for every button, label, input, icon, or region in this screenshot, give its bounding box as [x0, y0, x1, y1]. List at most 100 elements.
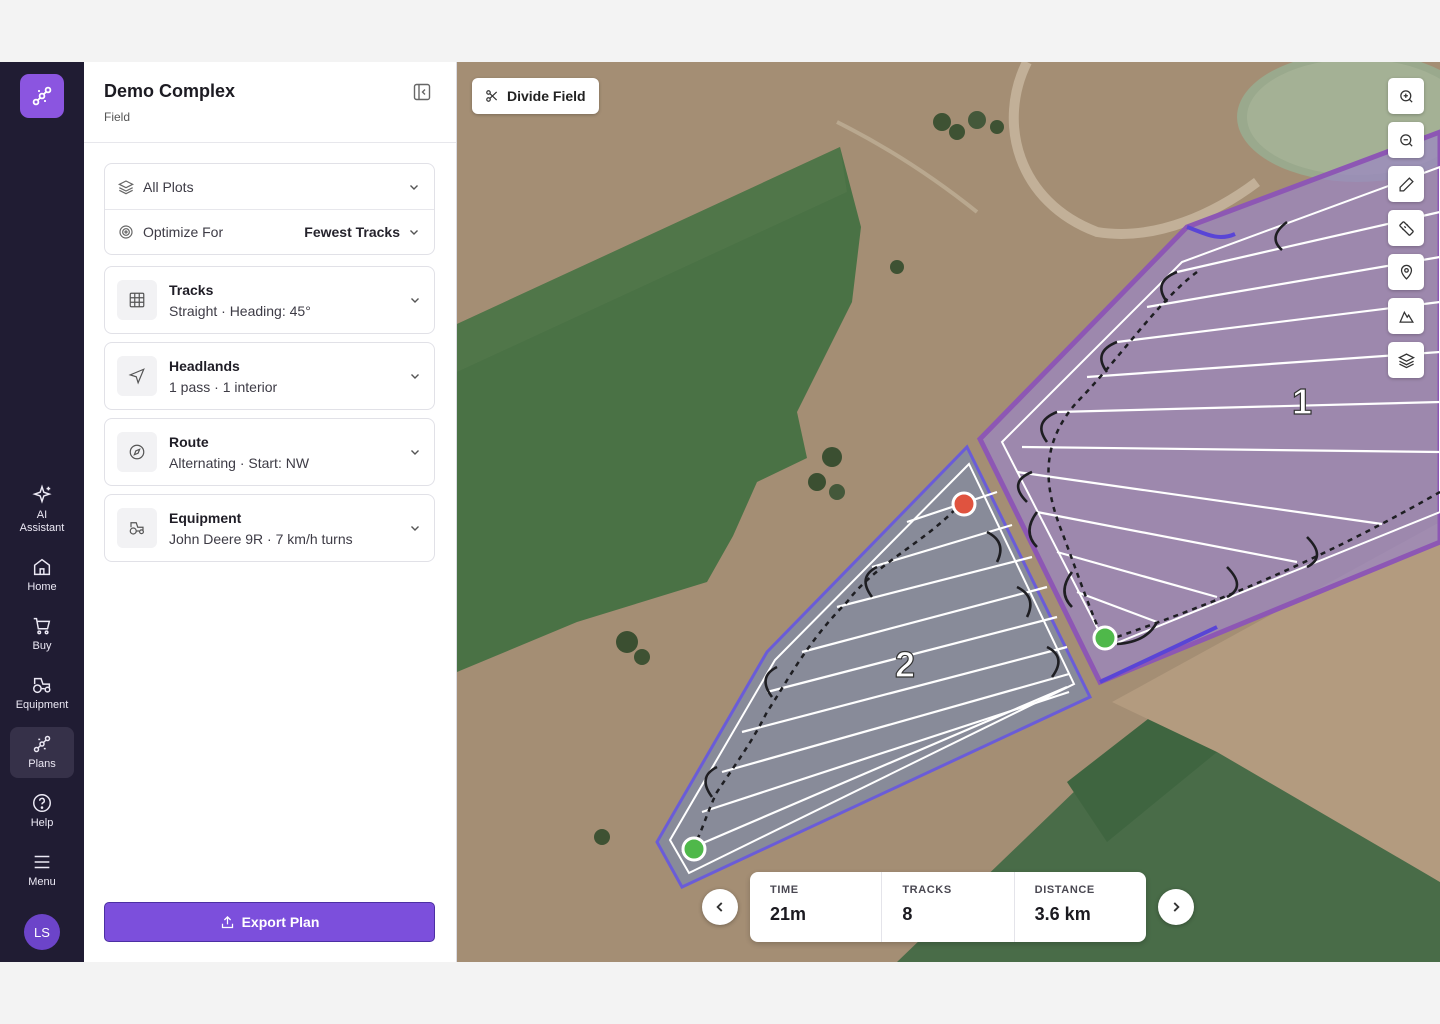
stat-key: TIME [770, 884, 799, 896]
nav-help[interactable]: Help [10, 786, 74, 837]
pin-icon [1400, 264, 1412, 280]
optimize-select[interactable]: Optimize For Fewest Tracks [105, 209, 434, 254]
end-marker [951, 491, 977, 517]
card-detail: Alternating · Start: NW [169, 454, 310, 471]
app-root: AI Assistant Home Buy Equipment Plans He… [0, 62, 1440, 962]
zoom-in-icon [1399, 89, 1413, 103]
card-detail: John Deere 9R · 7 km/h turns [169, 530, 353, 547]
plots-select-label: All Plots [143, 178, 194, 195]
measure-button[interactable] [1388, 210, 1424, 246]
tractor-icon [33, 677, 51, 694]
zoom-out-button[interactable] [1388, 122, 1424, 158]
card-title: Tracks [169, 281, 214, 298]
chevron-left-icon [716, 902, 723, 912]
plan-stats: TIME 21m TRACKS 8 DISTANCE 3.6 km [750, 872, 1146, 942]
tractor-icon [129, 522, 144, 535]
layers-icon [118, 179, 134, 194]
terrain-icon [1398, 310, 1414, 323]
panel-header: Demo Complex Field [84, 62, 456, 143]
field-subtitle: Field [104, 110, 131, 124]
draw-button[interactable] [1388, 166, 1424, 202]
route-card[interactable]: Route Alternating · Start: NW [104, 418, 435, 486]
nav-equipment[interactable]: Equipment [10, 668, 74, 719]
stat-value: 3.6 km [1034, 904, 1091, 924]
zoom-out-icon [1399, 133, 1413, 147]
divide-field-button[interactable]: Divide Field [472, 78, 599, 114]
card-icon-box [117, 280, 157, 320]
chevron-down-icon [410, 184, 418, 190]
stat-value: 8 [902, 904, 913, 924]
nav-plans[interactable]: Plans [10, 727, 74, 778]
card-title: Headlands [169, 357, 240, 374]
plot-label-1: 1 [1292, 381, 1312, 422]
chevron-down-icon [411, 374, 419, 379]
card-icon-box [117, 432, 157, 472]
plot-options: All Plots Optimize For Fewest Tracks [104, 163, 435, 255]
nav-label: Help [30, 817, 54, 829]
nav-label: Home [27, 581, 57, 593]
start-marker-plot-1 [1092, 625, 1118, 651]
place-pin-button[interactable] [1388, 254, 1424, 290]
chevron-right-icon [1173, 902, 1180, 912]
plots-select[interactable]: All Plots [105, 164, 434, 209]
grid-icon [129, 292, 145, 308]
plot-label-2: 2 [895, 644, 915, 685]
nav-label: AI Assistant [19, 509, 65, 534]
export-plan-button[interactable]: Export Plan [104, 902, 435, 942]
menu-icon [34, 855, 50, 869]
equipment-card[interactable]: Equipment John Deere 9R · 7 km/h turns [104, 494, 435, 562]
zoom-in-button[interactable] [1388, 78, 1424, 114]
collapse-panel-icon[interactable] [413, 83, 431, 101]
route-logo-icon [32, 86, 52, 106]
nav-rail: AI Assistant Home Buy Equipment Plans He… [0, 62, 84, 962]
card-detail: 1 pass · 1 interior [169, 378, 278, 395]
pencil-icon [1398, 176, 1414, 192]
tracks-card[interactable]: Tracks Straight · Heading: 45° [104, 266, 435, 334]
cart-icon [33, 617, 51, 635]
export-plan-label: Export Plan [241, 914, 320, 930]
optimize-value: Fewest Tracks [304, 224, 400, 240]
chevron-down-icon [411, 526, 419, 531]
start-marker-plot-2 [681, 836, 707, 862]
nav-menu[interactable]: Menu [10, 845, 74, 896]
target-icon [119, 225, 133, 239]
route-icon [33, 735, 51, 753]
home-icon [33, 558, 51, 576]
nav-label: Menu [28, 876, 56, 888]
user-avatar[interactable]: LS [24, 914, 60, 950]
navigation-icon [128, 368, 145, 385]
scissors-icon [486, 90, 498, 102]
ruler-icon [1398, 220, 1414, 236]
stat-key: DISTANCE [1034, 884, 1095, 896]
chevron-down-icon [411, 450, 419, 455]
next-button[interactable] [1158, 889, 1194, 925]
layers-button[interactable] [1388, 342, 1424, 378]
stat-key: TRACKS [902, 884, 952, 896]
nav-buy[interactable]: Buy [10, 609, 74, 660]
nav-label: Equipment [15, 699, 69, 711]
previous-button[interactable] [702, 889, 738, 925]
nav-label: Plans [28, 758, 56, 770]
stat-value: 21m [770, 904, 807, 924]
help-icon [33, 794, 51, 812]
terrain-button[interactable] [1388, 298, 1424, 334]
field-title: Demo Complex [104, 81, 236, 101]
stat-tracks: TRACKS 8 [881, 872, 1013, 942]
divide-field-label: Divide Field [507, 88, 586, 104]
satellite-map[interactable]: 2 1 [457, 62, 1440, 962]
stat-distance: DISTANCE 3.6 km [1013, 872, 1146, 942]
card-detail: Straight · Heading: 45° [169, 302, 311, 319]
nav-home[interactable]: Home [10, 550, 74, 601]
compass-icon [129, 444, 145, 460]
stat-time: TIME 21m [750, 872, 881, 942]
optimize-label: Optimize For [143, 224, 224, 240]
nav-ai-assistant[interactable]: AI Assistant [10, 478, 74, 542]
app-logo[interactable] [20, 74, 64, 118]
card-icon-box [117, 508, 157, 548]
card-title: Equipment [169, 509, 242, 526]
map-view[interactable]: 2 1 Divide Field TIME 21m TRACKS 8 DISTA… [457, 62, 1440, 962]
headlands-card[interactable]: Headlands 1 pass · 1 interior [104, 342, 435, 410]
chevron-down-icon [410, 230, 418, 235]
nav-label: Buy [32, 640, 52, 652]
chevron-down-icon [411, 298, 419, 303]
